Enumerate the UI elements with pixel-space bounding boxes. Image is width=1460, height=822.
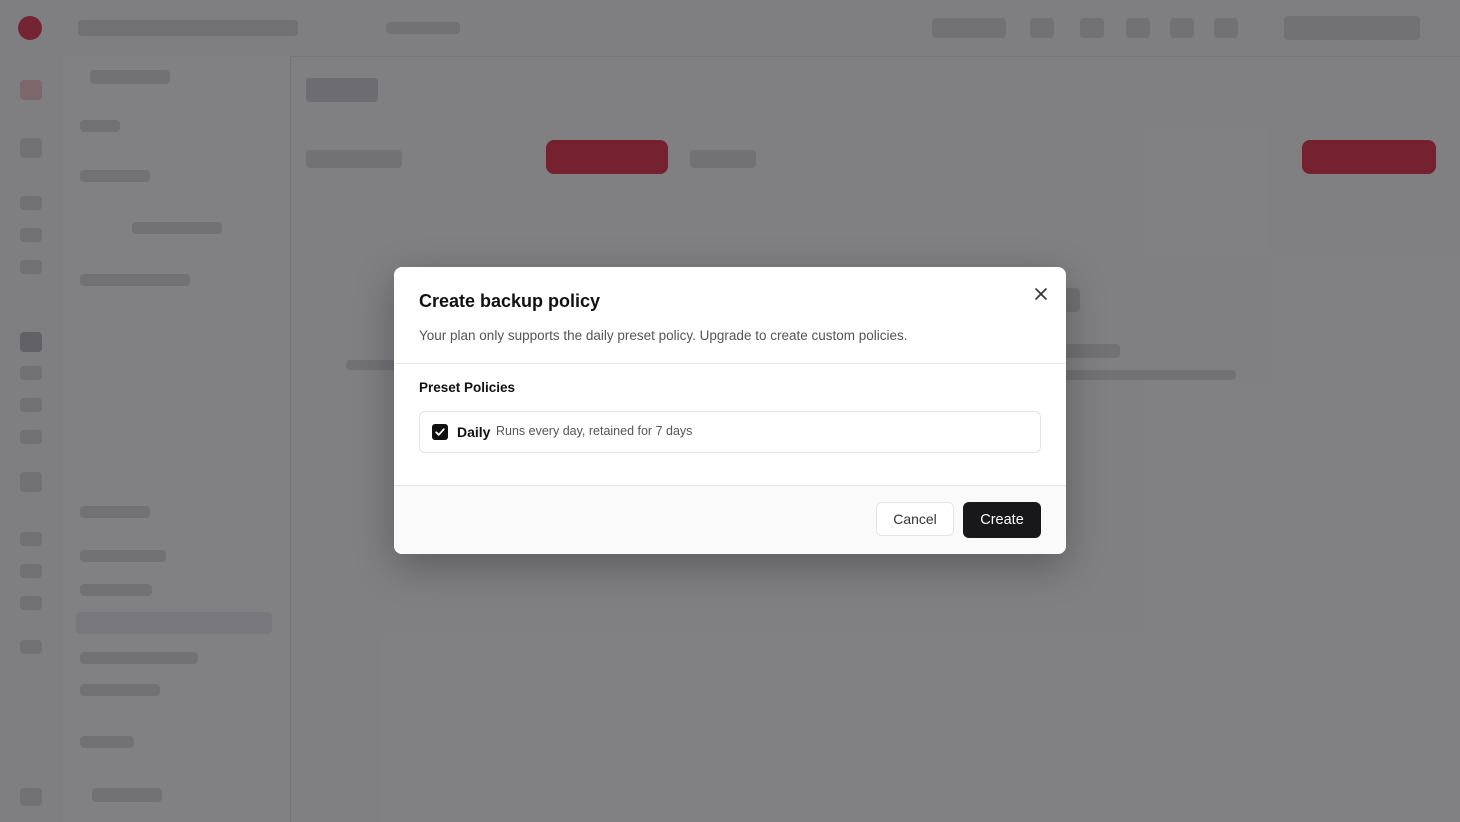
close-button[interactable] — [1030, 283, 1052, 305]
preset-policy-option-daily[interactable]: Daily Runs every day, retained for 7 day… — [419, 411, 1041, 453]
checkmark-icon — [435, 428, 445, 436]
daily-checkbox[interactable] — [432, 424, 448, 440]
dialog-footer: Cancel Create — [394, 485, 1066, 554]
preset-policies-label: Preset Policies — [419, 380, 516, 395]
create-backup-policy-dialog: Create backup policy Your plan only supp… — [394, 267, 1066, 554]
option-name: Daily — [457, 424, 491, 440]
dialog-body: Preset Policies Daily Runs every day, re… — [394, 364, 1066, 484]
close-icon — [1035, 288, 1047, 300]
dialog-description: Your plan only supports the daily preset… — [419, 328, 908, 343]
cancel-button[interactable]: Cancel — [876, 502, 954, 536]
option-description: Runs every day, retained for 7 days — [496, 424, 693, 438]
dialog-header: Create backup policy Your plan only supp… — [394, 267, 1066, 364]
app-stage: Create backup policy Your plan only supp… — [0, 0, 1460, 822]
create-button[interactable]: Create — [963, 502, 1041, 538]
dialog-title: Create backup policy — [419, 291, 601, 311]
